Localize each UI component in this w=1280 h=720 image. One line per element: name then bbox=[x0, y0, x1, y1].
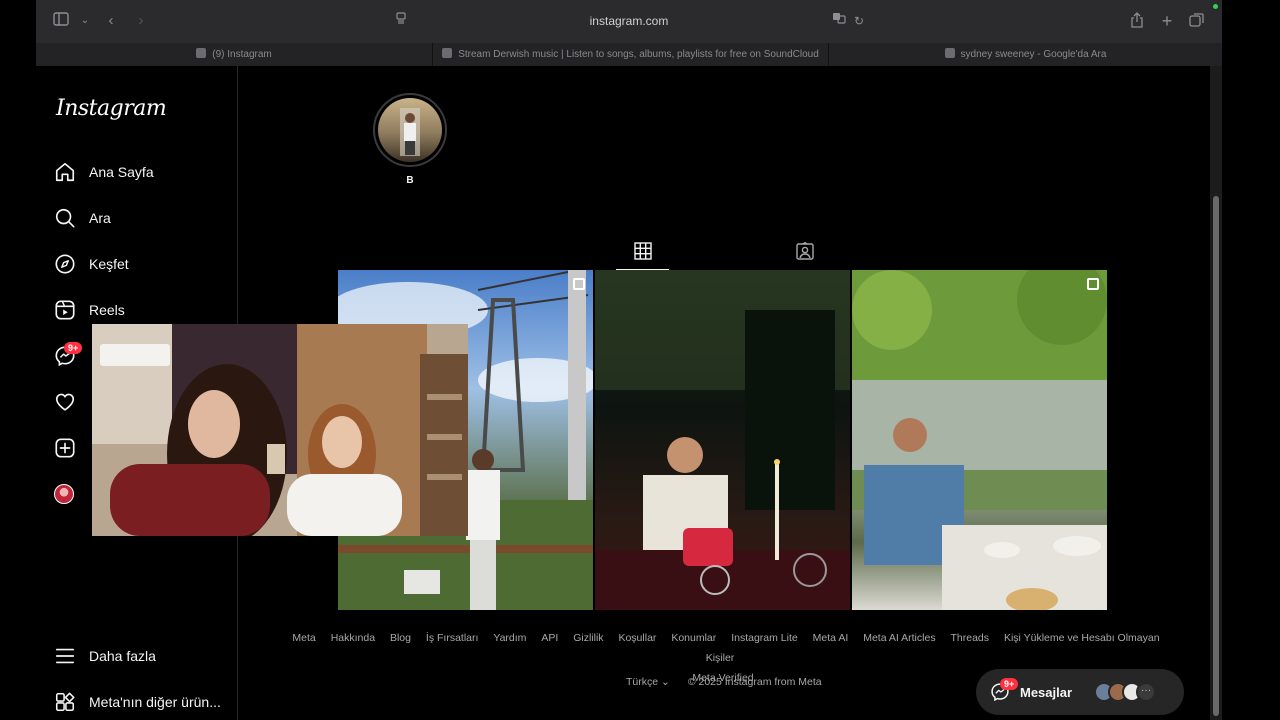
browser-toolbar: ⌄ ‹ › instagram.com ↻ + bbox=[36, 0, 1222, 42]
messages-label: Mesajlar bbox=[1020, 684, 1073, 700]
tab-google[interactable]: sydney sweeney - Google'da Ara bbox=[829, 43, 1222, 66]
compass-icon bbox=[55, 254, 75, 274]
translate-icon[interactable] bbox=[830, 12, 848, 30]
footer-link[interactable]: Koşullar bbox=[618, 632, 656, 644]
story-highlight[interactable] bbox=[373, 93, 447, 167]
tab-bar: (9) Instagram Stream Derwish music | Lis… bbox=[36, 43, 1222, 66]
footer-link[interactable]: Blog bbox=[390, 632, 411, 644]
sidebar-item-search[interactable]: Ara bbox=[54, 205, 111, 231]
sidebar-item-label: Daha fazla bbox=[89, 648, 156, 664]
recent-contacts: ··· bbox=[1094, 682, 1157, 702]
video-overlay[interactable] bbox=[92, 324, 468, 536]
sidebar-item-label: Ara bbox=[89, 210, 111, 226]
footer-link[interactable]: Meta bbox=[292, 632, 315, 644]
profile-avatar bbox=[54, 484, 74, 504]
more-contacts-icon[interactable]: ··· bbox=[1136, 682, 1157, 702]
messages-badge: 9+ bbox=[1000, 678, 1019, 690]
post-image-birthday-dinner bbox=[595, 270, 850, 610]
footer-link[interactable]: Yardım bbox=[493, 632, 526, 644]
heart-icon bbox=[55, 393, 75, 411]
soundcloud-favicon-icon bbox=[442, 48, 453, 58]
sidebar-item-explore[interactable]: Keşfet bbox=[54, 251, 129, 277]
sidebar-item-home[interactable]: Ana Sayfa bbox=[54, 159, 154, 185]
sidebar-item-notifications[interactable] bbox=[54, 389, 89, 415]
tab-instagram[interactable]: (9) Instagram bbox=[36, 43, 432, 66]
apps-grid-icon bbox=[55, 692, 75, 712]
sidebar-item-reels[interactable]: Reels bbox=[54, 297, 125, 323]
footer-link[interactable]: Gizlilik bbox=[573, 632, 603, 644]
page-scrollbar[interactable] bbox=[1210, 66, 1222, 720]
sidebar-item-profile[interactable] bbox=[54, 481, 87, 507]
browser-chrome: ⌄ ‹ › instagram.com ↻ + (9) Instagram St… bbox=[36, 0, 1222, 66]
video-frame-image bbox=[92, 324, 468, 536]
footer-link[interactable]: Threads bbox=[951, 632, 990, 644]
sidebar-item-label: Meta'nın diğer ürün... bbox=[89, 694, 221, 710]
grid-icon bbox=[633, 242, 652, 260]
search-icon bbox=[55, 208, 75, 228]
language-select[interactable]: Türkçe ⌄ bbox=[626, 676, 670, 688]
new-tab-icon[interactable]: + bbox=[1158, 12, 1176, 30]
footer-link[interactable]: API bbox=[541, 632, 558, 644]
sidebar-item-create[interactable] bbox=[54, 435, 89, 461]
footer-link[interactable]: Konumlar bbox=[671, 632, 716, 644]
chevron-down-icon[interactable]: ⌄ bbox=[76, 12, 94, 30]
footer-link[interactable]: Hakkında bbox=[331, 632, 375, 644]
footer-link[interactable]: Meta AI Articles bbox=[863, 632, 935, 644]
sidebar-item-label: Keşfet bbox=[89, 256, 129, 272]
messages-badge: 9+ bbox=[64, 342, 83, 354]
tab-tagged[interactable] bbox=[778, 238, 831, 270]
sidebar-item-more[interactable]: Daha fazla bbox=[54, 643, 156, 669]
highlight-cover-image bbox=[378, 98, 442, 162]
forward-icon[interactable]: › bbox=[132, 12, 150, 30]
footer-link[interactable]: Instagram Lite bbox=[731, 632, 798, 644]
sidebar-item-label: Reels bbox=[89, 302, 125, 318]
plus-square-icon bbox=[55, 438, 75, 458]
google-favicon-icon bbox=[944, 48, 955, 58]
highlight-label: B bbox=[406, 175, 414, 186]
post-thumbnail[interactable] bbox=[595, 270, 850, 610]
recording-indicator bbox=[1213, 4, 1218, 9]
share-icon[interactable] bbox=[1128, 12, 1146, 30]
screen: ⌄ ‹ › instagram.com ↻ + (9) Instagram St… bbox=[0, 0, 1280, 720]
url-text: instagram.com bbox=[589, 14, 669, 28]
messages-button[interactable]: 9+ Mesajlar ··· bbox=[976, 669, 1184, 715]
chevron-down-icon: ⌄ bbox=[661, 676, 670, 688]
tab-soundcloud[interactable]: Stream Derwish music | Listen to songs, … bbox=[433, 43, 828, 66]
back-icon[interactable]: ‹ bbox=[102, 12, 120, 30]
scrollbar-thumb[interactable] bbox=[1213, 196, 1219, 716]
reels-icon bbox=[55, 300, 75, 320]
tagged-user-icon bbox=[795, 242, 814, 260]
post-thumbnail[interactable] bbox=[852, 270, 1107, 610]
tab-overview-icon[interactable] bbox=[1188, 12, 1206, 30]
multiple-photos-icon bbox=[573, 278, 585, 290]
footer-link[interactable]: Meta AI bbox=[813, 632, 849, 644]
profile-tabs bbox=[616, 238, 846, 270]
reload-icon[interactable]: ↻ bbox=[850, 12, 868, 30]
footer-link[interactable]: İş Fırsatları bbox=[426, 632, 479, 644]
multiple-photos-icon bbox=[1087, 278, 1099, 290]
instagram-favicon-icon bbox=[196, 48, 207, 58]
post-image-waterfall-restaurant bbox=[852, 270, 1107, 610]
sidebar-item-meta-products[interactable]: Meta'nın diğer ürün... bbox=[54, 689, 221, 715]
instagram-logo[interactable]: Instagram bbox=[56, 96, 167, 121]
copyright: © 2025 Instagram from Meta bbox=[687, 676, 822, 688]
sidebar-toggle-icon[interactable] bbox=[52, 12, 70, 30]
address-bar[interactable]: instagram.com ↻ bbox=[388, 10, 870, 33]
sidebar-item-label: Ana Sayfa bbox=[89, 164, 154, 180]
tab-posts[interactable] bbox=[616, 238, 669, 270]
footer-bottom: Türkçe ⌄ © 2025 Instagram from Meta bbox=[626, 676, 822, 688]
hamburger-menu-icon bbox=[55, 648, 75, 664]
home-icon bbox=[55, 162, 75, 182]
